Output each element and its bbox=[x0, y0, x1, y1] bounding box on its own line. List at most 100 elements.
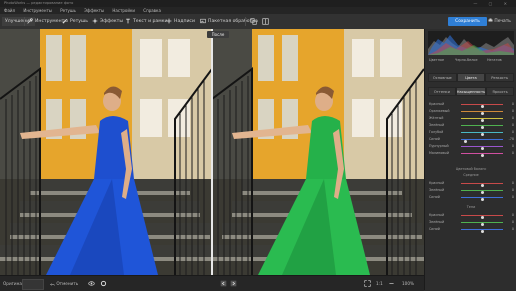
menu-file[interactable]: Файл bbox=[4, 8, 15, 13]
tab-saturation[interactable]: Насыщенность bbox=[455, 87, 487, 96]
slider-label: Синий bbox=[429, 137, 440, 141]
slider-row[interactable]: Зелёный 0 bbox=[429, 122, 515, 129]
slider-track[interactable] bbox=[461, 190, 503, 194]
slider-label: Красный bbox=[429, 213, 445, 217]
slider-label: Жёлтый bbox=[429, 116, 444, 120]
toolbar-effects[interactable]: Эффекты bbox=[92, 17, 123, 26]
tab-brightness[interactable]: Яркость bbox=[486, 87, 514, 96]
menu-help[interactable]: Справка bbox=[143, 8, 161, 13]
slider-row[interactable]: Голубой 0 bbox=[429, 129, 515, 136]
undo-button[interactable]: Отменить bbox=[50, 279, 78, 288]
slider-label: Зелёный bbox=[429, 123, 445, 127]
slider-row[interactable]: Красный 0 bbox=[429, 101, 515, 108]
next-image-icon[interactable] bbox=[230, 280, 237, 287]
toggle-color[interactable]: Цветное bbox=[429, 57, 444, 63]
eye-icon[interactable] bbox=[88, 280, 95, 287]
zoom-percent: 100% bbox=[402, 281, 414, 286]
slider-row[interactable]: Красный 0 bbox=[429, 212, 515, 219]
slider-row[interactable]: Синий 0 bbox=[429, 226, 515, 233]
print-label: Печать bbox=[494, 19, 511, 24]
slider-value: 0 bbox=[511, 220, 514, 224]
slider-track[interactable] bbox=[461, 197, 503, 201]
slider-row[interactable]: Малиновый 0 bbox=[429, 150, 515, 157]
photo-before-image bbox=[0, 29, 212, 275]
menu-effects[interactable]: Эффекты bbox=[84, 8, 104, 13]
tab-basic[interactable]: Основные bbox=[428, 73, 457, 82]
slider-track[interactable] bbox=[461, 215, 503, 219]
slider-row[interactable]: Зелёный 0 bbox=[429, 187, 515, 194]
slider-track[interactable] bbox=[461, 183, 503, 187]
toolbar-text-frames[interactable]: Текст и рамки bbox=[125, 17, 167, 26]
slider-label: Синий bbox=[429, 195, 440, 199]
after-badge: После bbox=[207, 31, 229, 38]
image-icon bbox=[200, 18, 206, 23]
slider-track[interactable] bbox=[461, 132, 503, 136]
slider-row[interactable]: Зелёный 0 bbox=[429, 219, 515, 226]
history-field[interactable] bbox=[22, 279, 44, 290]
save-button[interactable]: Сохранить bbox=[448, 17, 487, 26]
toolbar-captions[interactable]: Надписи bbox=[166, 17, 195, 26]
toggle-label: Негатив bbox=[487, 58, 502, 62]
slider-track[interactable] bbox=[461, 125, 503, 129]
menu-settings[interactable]: Настройки bbox=[112, 8, 135, 13]
toolbar-label: Ретушь bbox=[70, 19, 88, 24]
toolbar-label: Эффекты bbox=[100, 19, 123, 24]
undo-label: Отменить bbox=[56, 281, 79, 286]
slider-knob[interactable] bbox=[480, 198, 484, 201]
slider-track[interactable] bbox=[461, 153, 503, 157]
slider-row[interactable]: Синий 0 bbox=[429, 194, 515, 201]
plus-icon bbox=[166, 18, 172, 23]
slider-track[interactable] bbox=[461, 111, 503, 115]
compare-divider[interactable] bbox=[211, 29, 213, 275]
slider-value: 0 bbox=[511, 213, 514, 217]
slider-row[interactable]: Красный 0 bbox=[429, 180, 515, 187]
window-controls[interactable]: — ▢ ✕ bbox=[473, 0, 512, 7]
slider-label: Красный bbox=[429, 181, 445, 185]
slider-track[interactable] bbox=[461, 146, 503, 150]
slider-track[interactable] bbox=[461, 104, 503, 108]
toggle-bw[interactable]: Черно-белое bbox=[455, 57, 478, 63]
fit-icon[interactable] bbox=[364, 280, 371, 287]
undo-icon bbox=[50, 282, 55, 286]
slider-track[interactable] bbox=[461, 139, 503, 143]
sub-tabs: Оттенки Насыщенность Яркость bbox=[428, 87, 514, 96]
slider-value: 0 bbox=[511, 116, 514, 120]
tab-sharpness[interactable]: Резкость bbox=[485, 73, 515, 82]
text-icon bbox=[126, 18, 130, 23]
sparkle-icon bbox=[92, 17, 98, 24]
settings-icon[interactable] bbox=[100, 280, 107, 287]
slider-track[interactable] bbox=[461, 222, 503, 226]
toolbar-retouch[interactable]: Ретушь bbox=[62, 17, 88, 26]
toggle-negative[interactable]: Негатив bbox=[487, 57, 502, 63]
slider-label: Синий bbox=[429, 227, 440, 231]
menu-retouch[interactable]: Ретушь bbox=[60, 8, 76, 13]
slider-track[interactable] bbox=[461, 229, 503, 233]
slider-row[interactable]: Пурпурный 0 bbox=[429, 143, 515, 150]
zoom-out-icon[interactable] bbox=[388, 280, 395, 287]
slider-value: 0 bbox=[511, 181, 514, 185]
window-title: PhotoWorks — редактирование фото bbox=[4, 1, 74, 5]
zoom-ratio[interactable]: 1:1 bbox=[376, 279, 383, 288]
slider-row[interactable]: Синий -78 bbox=[429, 136, 515, 143]
slider-value: 0 bbox=[511, 227, 514, 231]
slider-row[interactable]: Жёлтый 0 bbox=[429, 115, 515, 122]
toolbar-label: Текст и рамки bbox=[133, 19, 168, 24]
photo-after bbox=[212, 29, 424, 275]
print-button[interactable]: Печать bbox=[488, 17, 514, 26]
slider-track[interactable] bbox=[461, 118, 503, 122]
slider-knob[interactable] bbox=[480, 154, 484, 157]
group-title: Цветовой баланс bbox=[455, 167, 487, 171]
adjustments-panel: Цветное Черно-белое Негатив Основные Цве… bbox=[424, 29, 516, 290]
slider-row[interactable]: Оранжевый 0 bbox=[429, 108, 515, 115]
slider-label: Зелёный bbox=[429, 220, 445, 224]
prev-image-icon[interactable] bbox=[220, 280, 227, 287]
split-view-icon[interactable] bbox=[262, 18, 269, 25]
menu-tools[interactable]: Инструменты bbox=[23, 8, 52, 13]
photo-canvas[interactable]: После bbox=[0, 29, 424, 275]
slider-label: Голубой bbox=[429, 130, 444, 134]
compare-icon[interactable] bbox=[250, 18, 257, 25]
tab-colors[interactable]: Цвета bbox=[456, 73, 486, 82]
separator bbox=[245, 17, 246, 26]
slider-knob[interactable] bbox=[480, 230, 484, 233]
tab-hues[interactable]: Оттенки bbox=[428, 87, 456, 96]
